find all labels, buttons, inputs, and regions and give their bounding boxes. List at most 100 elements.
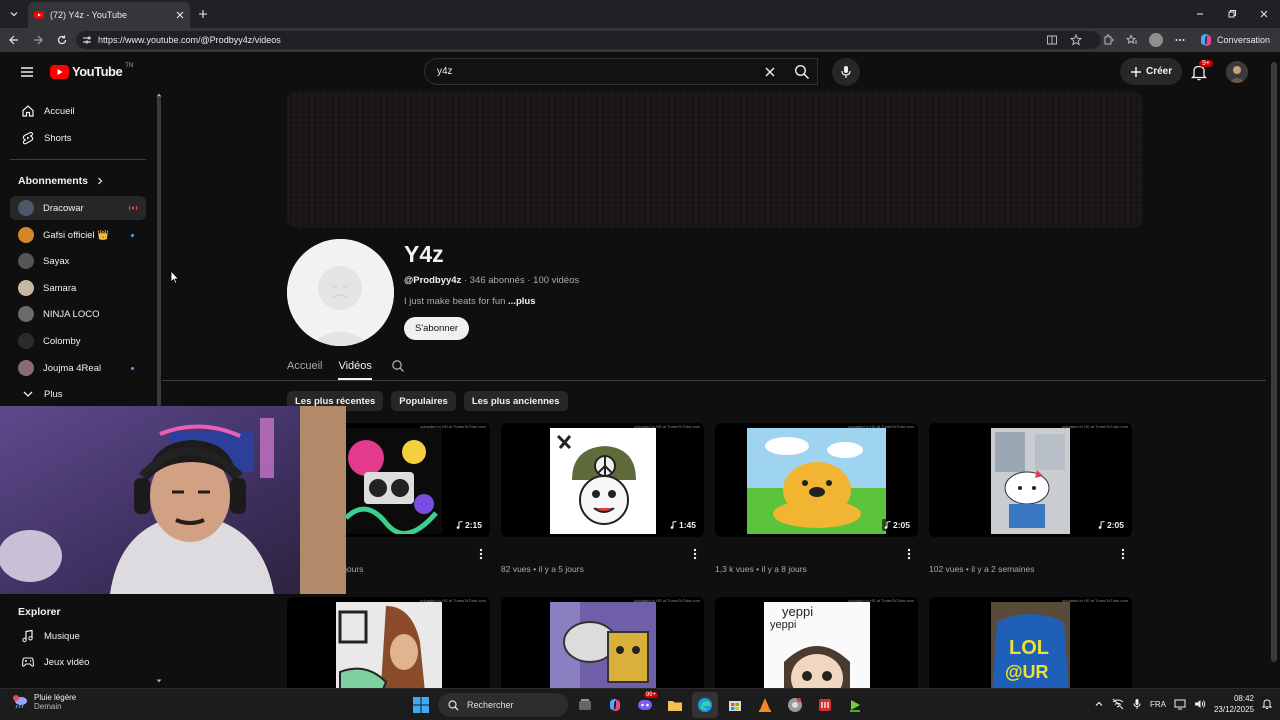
thumbnail-text-yeppi-b: yeppi	[770, 619, 796, 631]
favorites-button[interactable]	[1123, 31, 1141, 49]
start-button[interactable]	[408, 692, 434, 718]
split-screen-button[interactable]	[1043, 31, 1061, 49]
taskbar-edge[interactable]	[692, 692, 718, 718]
display-icon[interactable]	[1174, 698, 1186, 710]
back-button[interactable]	[2, 28, 26, 52]
youtube-logo[interactable]: YouTube TN	[50, 63, 133, 79]
sidebar-item-gaming[interactable]: Jeux vidéo	[10, 650, 146, 674]
taskbar-search-label: Rechercher	[467, 700, 514, 710]
browser-toolbar: https://www.youtube.com/@Prodbyy4z/video…	[0, 28, 1280, 52]
sidebar-item-home[interactable]: Accueil	[10, 99, 146, 123]
close-tab-icon[interactable]	[176, 11, 184, 19]
weather-widget[interactable]: Pluie légère Demain	[12, 693, 76, 711]
account-avatar[interactable]	[1226, 61, 1248, 83]
clear-search-button[interactable]	[760, 62, 780, 82]
video-thumbnail[interactable]: yeppi yeppi uploaded in HD at TunesToTub…	[715, 597, 918, 688]
video-thumbnail[interactable]: uploaded in HD at TunesToTube.com	[287, 597, 490, 688]
taskbar-copilot[interactable]	[602, 692, 628, 718]
video-thumbnail[interactable]: LOL @UR uploaded in HD at TunesToTube.co…	[929, 597, 1132, 688]
sidebar-subscription-gafsi[interactable]: Gafsi officiel 👑	[10, 223, 146, 247]
sidebar: Accueil Shorts Abonnements Dracowar Gafs…	[0, 92, 162, 688]
notification-bell-icon[interactable]	[1262, 698, 1272, 710]
taskbar-file-explorer[interactable]	[662, 692, 688, 718]
site-info-icon[interactable]	[82, 35, 92, 45]
new-tab-button[interactable]	[190, 1, 216, 27]
video-meta: jours	[345, 564, 364, 574]
description-more-link[interactable]: ...plus	[508, 296, 535, 307]
channel-handle[interactable]: @Prodbyy4z	[404, 275, 461, 286]
video-thumbnail[interactable]: uploaded in HD at TunesToTube.com 2:05	[715, 423, 918, 537]
sidebar-subscription-joujma[interactable]: Joujma 4Real	[10, 356, 146, 380]
channel-avatar	[18, 227, 34, 243]
video-card[interactable]: yeppi yeppi uploaded in HD at TunesToTub…	[715, 597, 918, 688]
input-language[interactable]: FRA	[1150, 700, 1166, 709]
guide-menu-button[interactable]	[16, 62, 38, 82]
forward-button[interactable]	[26, 28, 50, 52]
taskbar-vlc[interactable]	[752, 692, 778, 718]
video-action-menu[interactable]	[690, 547, 700, 561]
maximize-button[interactable]	[1216, 0, 1248, 28]
video-card[interactable]: uploaded in HD at TunesToTube.com	[501, 597, 704, 688]
tab-actions-menu[interactable]	[0, 0, 28, 28]
sidebar-subscription-ninja-loco[interactable]: NINJA LOCO	[10, 302, 146, 326]
tab-home[interactable]: Accueil	[287, 352, 322, 380]
reload-button[interactable]	[50, 28, 74, 52]
voice-search-button[interactable]	[832, 58, 860, 86]
sidebar-item-shorts[interactable]: Shorts	[10, 126, 146, 150]
favorite-star-button[interactable]	[1067, 31, 1085, 49]
taskbar-chrome[interactable]	[782, 692, 808, 718]
search-button[interactable]	[786, 58, 818, 85]
page-scrollbar-thumb[interactable]	[1271, 62, 1277, 662]
taskbar-app-red[interactable]	[812, 692, 838, 718]
sidebar-show-more[interactable]: Plus	[10, 382, 146, 406]
page-scrollbar[interactable]	[1268, 52, 1280, 688]
network-off-icon[interactable]	[1112, 698, 1124, 710]
sidebar-item-music[interactable]: Musique	[10, 624, 146, 648]
taskbar-store[interactable]	[722, 692, 748, 718]
address-bar[interactable]: https://www.youtube.com/@Prodbyy4z/video…	[76, 31, 1101, 49]
video-thumbnail[interactable]: uploaded in HD at TunesToTube.com	[501, 597, 704, 688]
search-input[interactable]	[437, 66, 757, 77]
thumbnail-text-yeppi-a: yeppi	[782, 604, 813, 619]
video-action-menu[interactable]	[904, 547, 914, 561]
scroll-down-arrow-icon[interactable]	[156, 678, 162, 684]
video-thumbnail[interactable]: uploaded in HD at TunesToTube.com 2:05	[929, 423, 1132, 537]
video-action-menu[interactable]	[476, 547, 486, 561]
chip-oldest[interactable]: Les plus anciennes	[463, 391, 568, 411]
system-clock[interactable]: 08:42 23/12/2025	[1214, 693, 1254, 715]
subscribe-button[interactable]: S'abonner	[404, 317, 470, 340]
channel-search-button[interactable]	[388, 356, 408, 376]
sidebar-subscription-sayax[interactable]: Sayax	[10, 249, 146, 273]
sidebar-scrollbar[interactable]	[157, 96, 161, 406]
video-thumbnail[interactable]: uploaded in HD at TunesToTube.com 1:45	[501, 423, 704, 537]
channel-avatar-large[interactable]	[287, 239, 394, 346]
close-window-button[interactable]	[1248, 0, 1280, 28]
video-card[interactable]: uploaded in HD at TunesToTube.com	[287, 597, 490, 688]
chip-popular[interactable]: Populaires	[391, 391, 456, 411]
video-action-menu[interactable]	[1118, 547, 1128, 561]
browser-menu-button[interactable]	[1171, 31, 1189, 49]
subscriptions-heading[interactable]: Abonnements	[18, 175, 104, 187]
taskbar-search[interactable]: Rechercher	[438, 693, 568, 717]
profile-button[interactable]	[1147, 31, 1165, 49]
volume-icon[interactable]	[1194, 698, 1206, 710]
copilot-conversation-button[interactable]: Conversation	[1195, 33, 1274, 47]
chevron-up-icon[interactable]	[1094, 699, 1104, 709]
system-tray: FRA 08:42 23/12/2025	[1094, 693, 1272, 715]
taskbar-chat-app[interactable]: 99+	[632, 692, 658, 718]
create-button[interactable]: Créer	[1120, 58, 1183, 85]
sidebar-subscription-samara[interactable]: Samara	[10, 276, 146, 300]
minimize-button[interactable]	[1184, 0, 1216, 28]
notifications-button[interactable]: 9+	[1186, 60, 1213, 84]
taskbar-app-green[interactable]	[842, 692, 868, 718]
task-view-button[interactable]	[572, 692, 598, 718]
sidebar-subscription-colomby[interactable]: Colomby	[10, 329, 146, 353]
sidebar-subscription-dracowar[interactable]: Dracowar	[10, 196, 146, 220]
thumbnail-watermark: uploaded in HD at TunesToTube.com	[1062, 424, 1128, 429]
extensions-button[interactable]	[1099, 31, 1117, 49]
channel-description[interactable]: I just make beats for fun ...plus	[404, 296, 535, 307]
tab-videos[interactable]: Vidéos	[338, 352, 373, 380]
browser-tab[interactable]: (72) Y4z - YouTube	[28, 2, 190, 28]
video-card[interactable]: LOL @UR uploaded in HD at TunesToTube.co…	[929, 597, 1132, 688]
microphone-icon[interactable]	[1132, 698, 1142, 710]
